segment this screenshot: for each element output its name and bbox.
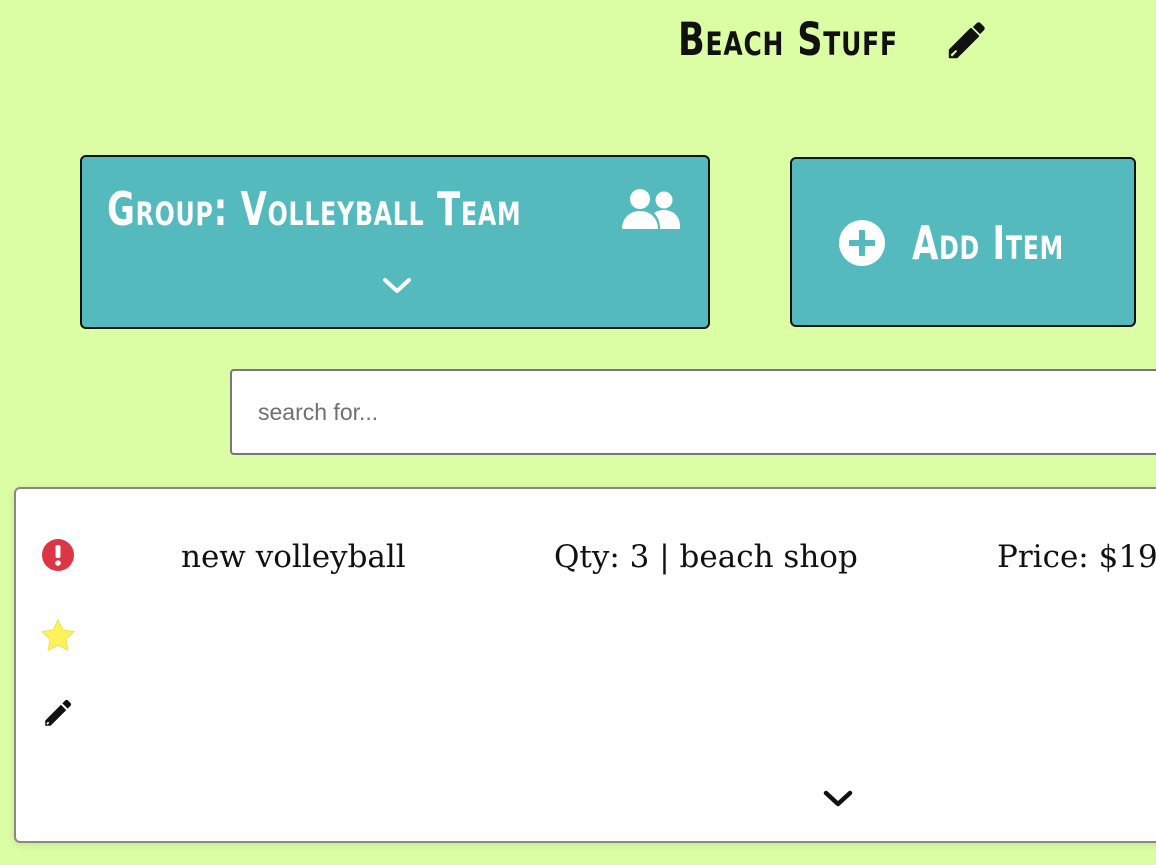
favorite-button[interactable] <box>40 617 76 653</box>
add-item-button[interactable]: Add Item <box>790 157 1136 327</box>
star-icon <box>41 618 75 652</box>
page-header: Beach Stuff <box>678 12 992 68</box>
edit-title-button[interactable] <box>942 15 992 65</box>
page-title: Beach Stuff <box>678 13 898 66</box>
edit-item-button[interactable] <box>40 695 76 731</box>
expand-item-button[interactable] <box>822 787 854 813</box>
search-input[interactable] <box>230 369 1156 455</box>
chevron-down-icon <box>383 278 411 293</box>
group-selector-button[interactable]: Group: Volleyball Team <box>80 155 710 329</box>
item-card: new volleyball Qty: 3 | beach shop Price… <box>14 487 1156 843</box>
add-item-label: Add Item <box>912 216 1064 270</box>
group-label: Group: Volleyball Team <box>107 182 522 236</box>
priority-button[interactable] <box>40 537 76 573</box>
plus-circle-icon <box>839 220 885 266</box>
alert-circle-icon <box>42 539 74 571</box>
chevron-down-icon <box>823 790 853 807</box>
item-quantity-store: Qty: 3 | beach shop <box>554 539 858 575</box>
users-icon <box>622 189 680 229</box>
item-price: Price: $19 <box>997 539 1156 575</box>
pencil-icon <box>948 22 985 59</box>
pencil-icon <box>45 699 72 726</box>
group-toggle[interactable] <box>382 275 412 299</box>
item-name: new volleyball <box>181 539 406 575</box>
